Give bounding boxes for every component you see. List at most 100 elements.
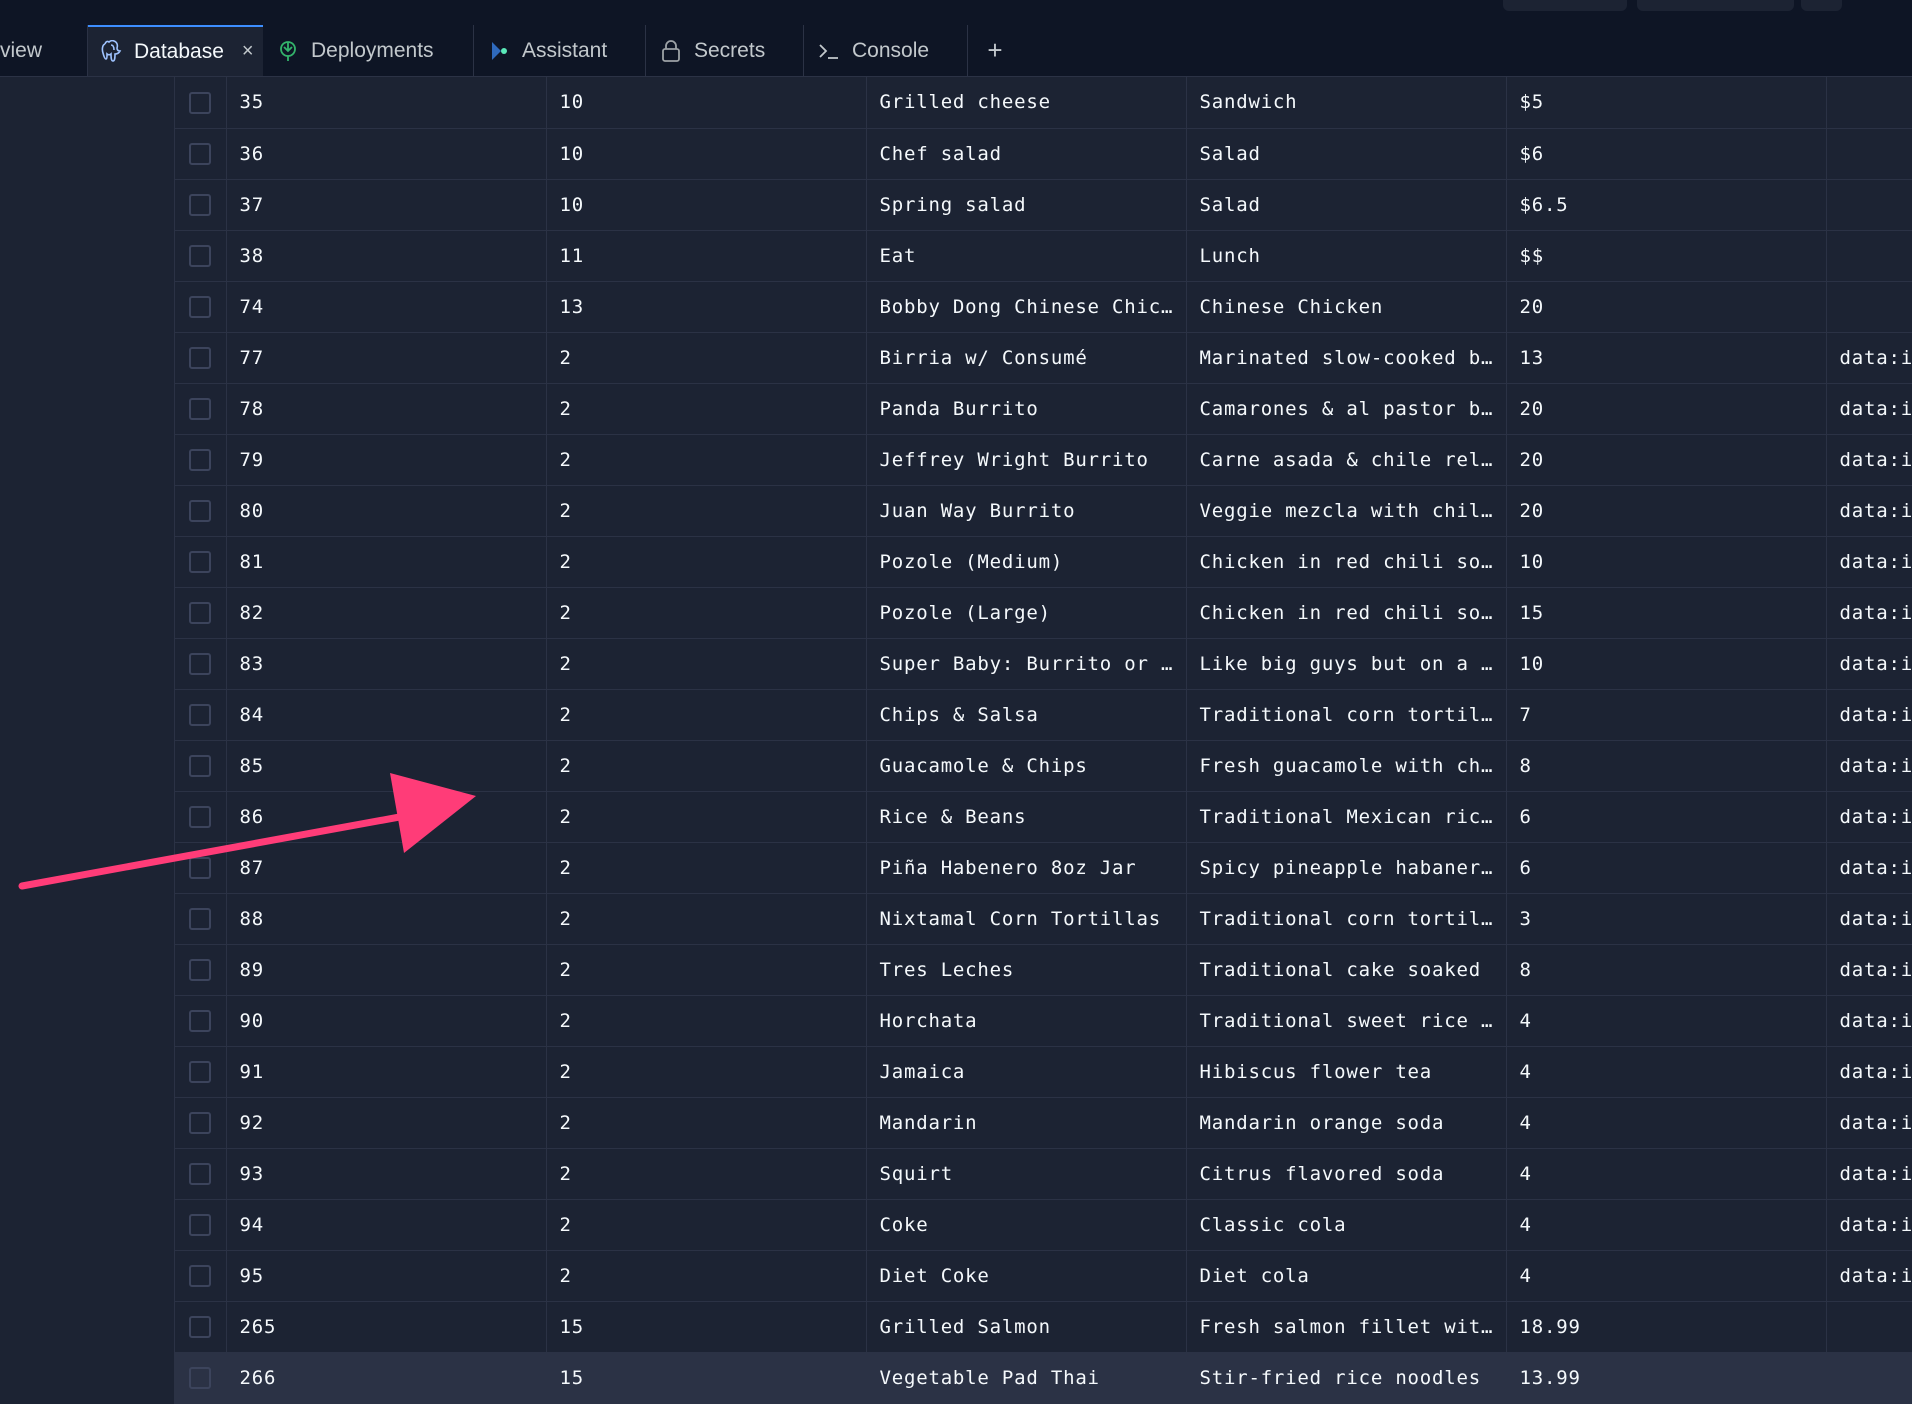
table-cell[interactable]: $6: [1506, 128, 1827, 180]
table-cell[interactable]: 91: [226, 1046, 547, 1098]
table-cell[interactable]: Classic cola: [1186, 1199, 1507, 1251]
table-cell[interactable]: 74: [226, 281, 547, 333]
table-cell[interactable]: 11: [546, 230, 867, 282]
new-tab-button[interactable]: +: [980, 25, 1010, 76]
table-cell[interactable]: 2: [546, 1046, 867, 1098]
table-cell[interactable]: Carne asada & chile relleno: [1186, 434, 1507, 486]
table-cell[interactable]: 2: [546, 383, 867, 435]
table-cell[interactable]: 2: [546, 332, 867, 384]
table-row[interactable]: 81 2 Pozole (Medium) Chicken in red chili s…: [175, 536, 1912, 588]
table-cell[interactable]: 87: [226, 842, 547, 894]
table-cell[interactable]: 13.99: [1506, 1352, 1827, 1404]
table-cell[interactable]: Chinese Chicken: [1186, 281, 1507, 333]
table-cell[interactable]: Fresh salmon fillet with: [1186, 1301, 1507, 1353]
table-row[interactable]: 80 2 Juan Way Burrito Veggie mezcla with ch…: [175, 485, 1912, 537]
table-cell[interactable]: 2: [546, 944, 867, 996]
table-cell[interactable]: 4: [1506, 1250, 1827, 1302]
row-checkbox[interactable]: [189, 244, 212, 267]
table-cell[interactable]: $5: [1506, 77, 1827, 129]
table-cell[interactable]: Diet Coke: [866, 1250, 1187, 1302]
table-cell[interactable]: 2: [546, 587, 867, 639]
table-cell[interactable]: 95: [226, 1250, 547, 1302]
table-cell[interactable]: 266: [226, 1352, 547, 1404]
table-cell[interactable]: Like big guys but on a budget: [1186, 638, 1507, 690]
table-cell[interactable]: Vegetable Pad Thai: [866, 1352, 1187, 1404]
table-cell[interactable]: Grilled cheese: [866, 77, 1187, 129]
table-row[interactable]: 87 2 Piña Habenero 8oz Jar Spicy pineapple …: [175, 842, 1912, 894]
table-cell[interactable]: Spicy pineapple habanero: [1186, 842, 1507, 894]
table-cell[interactable]: Chicken in red chili soup: [1186, 587, 1507, 639]
table-cell[interactable]: 20: [1506, 383, 1827, 435]
table-cell[interactable]: 15: [1506, 587, 1827, 639]
table-cell[interactable]: Diet cola: [1186, 1250, 1507, 1302]
table-cell[interactable]: Salad: [1186, 179, 1507, 231]
table-cell[interactable]: 85: [226, 740, 547, 792]
table-cell[interactable]: 90: [226, 995, 547, 1047]
tab-assistant[interactable]: Assistant: [474, 25, 646, 76]
table-cell[interactable]: 13: [1506, 332, 1827, 384]
row-checkbox[interactable]: [189, 1060, 212, 1083]
table-row[interactable]: 88 2 Nixtamal Corn Tortillas Traditional co…: [175, 893, 1912, 945]
table-cell[interactable]: Traditional corn tortillas: [1186, 893, 1507, 945]
row-checkbox[interactable]: [189, 397, 212, 420]
table-cell[interactable]: [1826, 230, 1912, 282]
table-cell[interactable]: 78: [226, 383, 547, 435]
table-row[interactable]: 902HorchataTraditional sweet rice drink4…: [175, 995, 1912, 1047]
table-cell[interactable]: data:i: [1826, 1097, 1912, 1149]
table-cell[interactable]: 4: [1506, 995, 1827, 1047]
table-cell[interactable]: Super Baby: Burrito or Taco: [866, 638, 1187, 690]
table-cell[interactable]: 82: [226, 587, 547, 639]
table-cell[interactable]: Piña Habenero 8oz Jar: [866, 842, 1187, 894]
row-checkbox[interactable]: [189, 550, 212, 573]
table-cell[interactable]: [1826, 179, 1912, 231]
row-checkbox[interactable]: [189, 1009, 212, 1032]
table-cell[interactable]: 10: [1506, 536, 1827, 588]
table-row[interactable]: 79 2 Jeffrey Wright Burrito Carne asada & c…: [175, 434, 1912, 486]
row-checkbox[interactable]: [189, 91, 212, 114]
tab-database[interactable]: Database ×: [88, 25, 263, 76]
table-cell[interactable]: Jamaica: [866, 1046, 1187, 1098]
table-cell[interactable]: 94: [226, 1199, 547, 1251]
table-row[interactable]: 82 2 Pozole (Large) Chicken in red chili so…: [175, 587, 1912, 639]
table-cell[interactable]: 8: [1506, 944, 1827, 996]
table-cell[interactable]: 6: [1506, 791, 1827, 843]
row-checkbox[interactable]: [189, 142, 212, 165]
table-cell[interactable]: Juan Way Burrito: [866, 485, 1187, 537]
table-cell[interactable]: data:i: [1826, 638, 1912, 690]
row-checkbox[interactable]: [189, 601, 212, 624]
table-cell[interactable]: 4: [1506, 1199, 1827, 1251]
table-cell[interactable]: Chef salad: [866, 128, 1187, 180]
table-row[interactable]: 35 10 Grilled cheese Sandwich $5: [175, 77, 1912, 129]
table-cell[interactable]: 2: [546, 842, 867, 894]
table-cell[interactable]: data:i: [1826, 485, 1912, 537]
table-cell[interactable]: 10: [546, 77, 867, 129]
table-cell[interactable]: 4: [1506, 1046, 1827, 1098]
table-row[interactable]: 266 15 Vegetable Pad Thai Stir-fried rice n…: [175, 1352, 1912, 1404]
table-cell[interactable]: 15: [546, 1352, 867, 1404]
table-cell[interactable]: 2: [546, 434, 867, 486]
table-cell[interactable]: 20: [1506, 485, 1827, 537]
row-checkbox[interactable]: [189, 1213, 212, 1236]
table-row[interactable]: 38 11 Eat Lunch $$: [175, 230, 1912, 282]
table-cell[interactable]: 20: [1506, 281, 1827, 333]
table-cell[interactable]: 4: [1506, 1148, 1827, 1200]
table-cell[interactable]: 93: [226, 1148, 547, 1200]
table-cell[interactable]: Eat: [866, 230, 1187, 282]
table-cell[interactable]: data:i: [1826, 587, 1912, 639]
table-cell[interactable]: Pozole (Large): [866, 587, 1187, 639]
table-cell[interactable]: Traditional cake soaked: [1186, 944, 1507, 996]
table-cell[interactable]: 265: [226, 1301, 547, 1353]
table-cell[interactable]: [1826, 1301, 1912, 1353]
table-cell[interactable]: Birria w/ Consumé: [866, 332, 1187, 384]
table-row[interactable]: 36 10 Chef salad Salad $6: [175, 128, 1912, 180]
table-cell[interactable]: data:i: [1826, 740, 1912, 792]
tab-console[interactable]: Console: [804, 25, 968, 76]
table-cell[interactable]: data:i: [1826, 536, 1912, 588]
table-cell[interactable]: data:i: [1826, 332, 1912, 384]
table-cell[interactable]: Bobby Dong Chinese Chicken: [866, 281, 1187, 333]
table-cell[interactable]: 2: [546, 1148, 867, 1200]
table-cell[interactable]: Camarones & al pastor burrito: [1186, 383, 1507, 435]
table-cell[interactable]: 15: [546, 1301, 867, 1353]
table-cell[interactable]: Lunch: [1186, 230, 1507, 282]
table-row[interactable]: 84 2 Chips & Salsa Traditional corn tortill…: [175, 689, 1912, 741]
